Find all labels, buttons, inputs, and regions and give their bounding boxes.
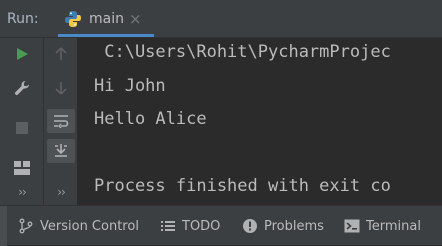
- rerun-icon: [17, 48, 28, 60]
- next-occurrence-button[interactable]: [47, 76, 75, 100]
- list-icon: [161, 221, 175, 231]
- close-icon[interactable]: ×: [129, 10, 142, 28]
- scroll-to-end-button[interactable]: [47, 139, 75, 163]
- console-line-command: C:\Users\Rohit\PycharmProjec: [94, 42, 391, 62]
- wrench-icon: [15, 80, 30, 95]
- version-control-tab[interactable]: Version Control: [18, 216, 139, 236]
- more-actions-button-secondary[interactable]: ››: [47, 180, 75, 204]
- more-actions-button[interactable]: ››: [8, 180, 36, 204]
- soft-wrap-button[interactable]: [47, 109, 75, 133]
- tool-window-bar: Version Control TODO Problems Terminal: [0, 205, 442, 246]
- layout-icon: [14, 161, 30, 175]
- info-icon: [243, 219, 257, 233]
- layout-button[interactable]: [8, 156, 36, 180]
- version-control-label: Version Control: [40, 218, 139, 234]
- run-toolbar-secondary: ››: [44, 38, 78, 205]
- stop-icon: [16, 122, 28, 134]
- settings-button[interactable]: [8, 76, 36, 100]
- problems-label: Problems: [264, 218, 324, 234]
- rerun-button[interactable]: [8, 42, 36, 66]
- stop-button[interactable]: [8, 116, 36, 140]
- tab-main-label: main: [89, 11, 124, 27]
- console-line-output: Hello Alice: [94, 109, 207, 129]
- tab-main[interactable]: main ×: [58, 0, 154, 38]
- problems-tab[interactable]: Problems: [242, 216, 324, 236]
- console-line-exit: Process finished with exit co: [94, 176, 391, 196]
- branch-icon: [19, 218, 33, 234]
- tool-window-strip: [0, 206, 7, 246]
- more-icon: ››: [57, 185, 66, 199]
- down-arrow-icon: [55, 82, 67, 95]
- console-output[interactable]: C:\Users\Rohit\PycharmProjec Hi John Hel…: [79, 38, 442, 205]
- run-title: Run:: [7, 11, 39, 27]
- previous-occurrence-button[interactable]: [47, 42, 75, 66]
- soft-wrap-icon: [54, 115, 69, 128]
- terminal-icon: [344, 219, 360, 233]
- todo-tab[interactable]: TODO: [160, 216, 220, 236]
- python-icon: [65, 11, 81, 27]
- todo-label: TODO: [182, 218, 221, 234]
- terminal-label: Terminal: [366, 218, 421, 234]
- terminal-tab[interactable]: Terminal: [344, 216, 421, 236]
- more-icon: ››: [18, 185, 27, 199]
- run-panel-header: Run: main ×: [0, 0, 442, 38]
- run-toolbar-primary: ››: [0, 38, 44, 205]
- active-tab-indicator: [58, 34, 154, 37]
- up-arrow-icon: [55, 47, 67, 60]
- console-line-output: Hi John: [94, 76, 166, 96]
- scroll-to-end-icon: [55, 144, 67, 157]
